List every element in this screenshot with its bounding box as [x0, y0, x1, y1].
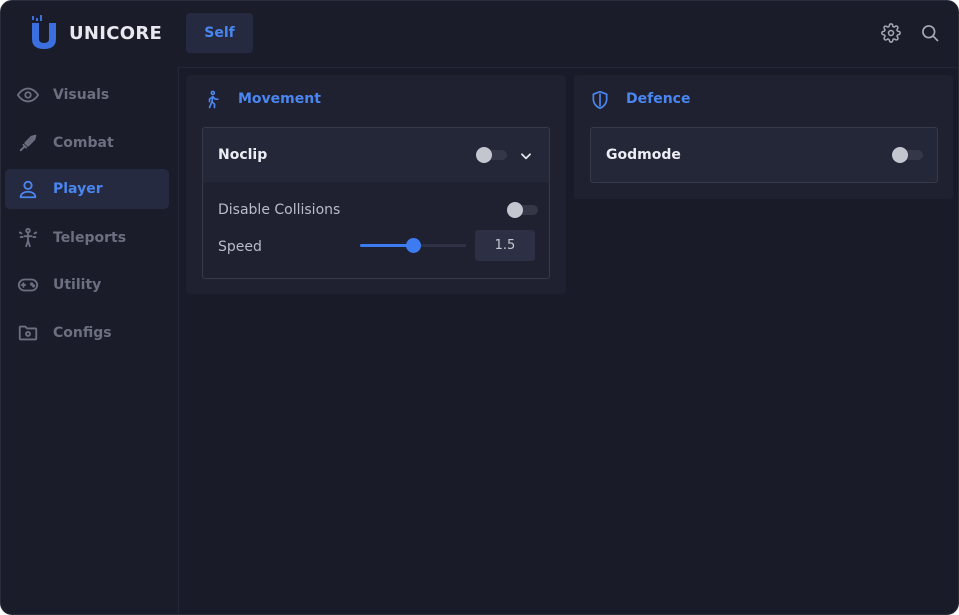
speed-slider[interactable] — [360, 238, 466, 253]
sidebar-item-label: Teleports — [53, 230, 127, 246]
disable-collisions-toggle[interactable] — [507, 202, 538, 218]
folder-icon — [17, 322, 39, 344]
walking-icon — [208, 90, 219, 109]
search-icon[interactable] — [920, 23, 940, 43]
sidebar-item-combat[interactable]: Combat — [5, 123, 169, 163]
sword-icon — [17, 132, 39, 154]
noclip-card[interactable]: Noclip — [202, 127, 550, 183]
unicore-logo-icon — [32, 15, 56, 49]
app-window: UNICORE Self Visuals Combat Player Telep… — [0, 0, 959, 615]
sidebar-item-label: Combat — [53, 135, 114, 151]
speed-value-input[interactable]: 1.5 — [475, 230, 535, 261]
shield-icon — [592, 90, 608, 110]
sidebar-item-player[interactable]: Player — [5, 169, 169, 209]
sidebar-item-label: Visuals — [53, 87, 110, 103]
header-bar: UNICORE Self — [1, 1, 958, 68]
speed-label: Speed — [218, 239, 262, 255]
movement-title: Movement — [238, 91, 321, 107]
godmode-toggle[interactable] — [892, 147, 923, 163]
sidebar-item-teleports[interactable]: Teleports — [5, 218, 169, 258]
sidebar-item-label: Configs — [53, 325, 112, 341]
gear-icon[interactable] — [881, 23, 901, 43]
sidebar-item-utility[interactable]: Utility — [5, 265, 169, 305]
user-icon — [17, 178, 39, 200]
teleport-icon — [17, 227, 39, 249]
godmode-label: Godmode — [606, 147, 681, 163]
sidebar-item-label: Player — [53, 181, 103, 197]
gamepad-icon — [17, 274, 39, 296]
app-title: UNICORE — [69, 23, 163, 44]
eye-icon — [17, 84, 39, 106]
godmode-card[interactable]: Godmode — [590, 127, 938, 183]
disable-collisions-label: Disable Collisions — [218, 202, 341, 218]
chevron-down-icon[interactable] — [519, 149, 533, 163]
sidebar-item-label: Utility — [53, 277, 102, 293]
noclip-toggle[interactable] — [476, 147, 507, 163]
noclip-label: Noclip — [218, 147, 268, 163]
sidebar: Visuals Combat Player Teleports Utility — [1, 67, 179, 614]
defence-title: Defence — [626, 91, 691, 107]
noclip-options: Disable Collisions Speed 1.5 — [202, 182, 550, 279]
speed-slider-thumb[interactable] — [406, 238, 421, 253]
sidebar-item-visuals[interactable]: Visuals — [5, 75, 169, 115]
tab-self[interactable]: Self — [186, 13, 253, 53]
sidebar-item-configs[interactable]: Configs — [5, 313, 169, 353]
